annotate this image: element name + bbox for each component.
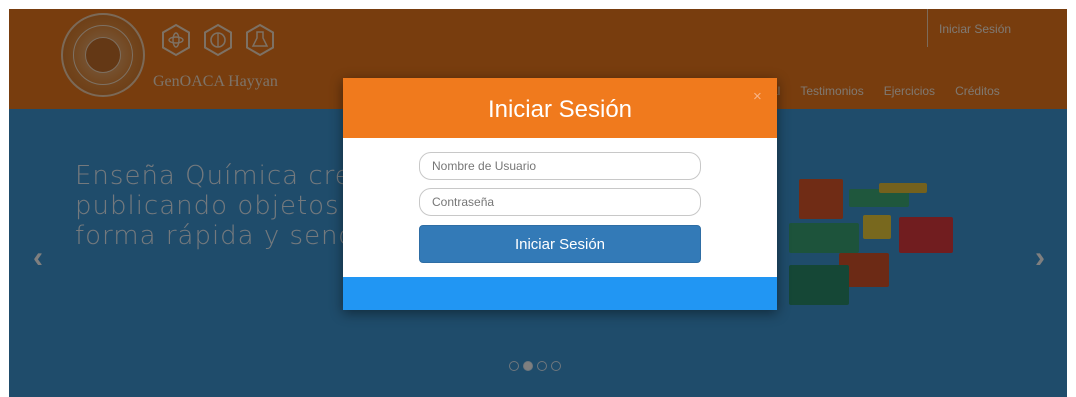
modal-header: Iniciar Sesión × <box>343 78 777 138</box>
close-icon[interactable]: × <box>753 88 762 105</box>
username-field[interactable] <box>419 152 701 180</box>
page: GenOACA Hayyan Iniciar Sesión al Testimo… <box>9 9 1067 397</box>
modal-footer <box>343 277 777 310</box>
login-modal: Iniciar Sesión × Iniciar Sesión <box>343 78 777 310</box>
password-field[interactable] <box>419 188 701 216</box>
modal-title: Iniciar Sesión <box>487 96 633 123</box>
login-submit-button[interactable]: Iniciar Sesión <box>419 225 701 263</box>
